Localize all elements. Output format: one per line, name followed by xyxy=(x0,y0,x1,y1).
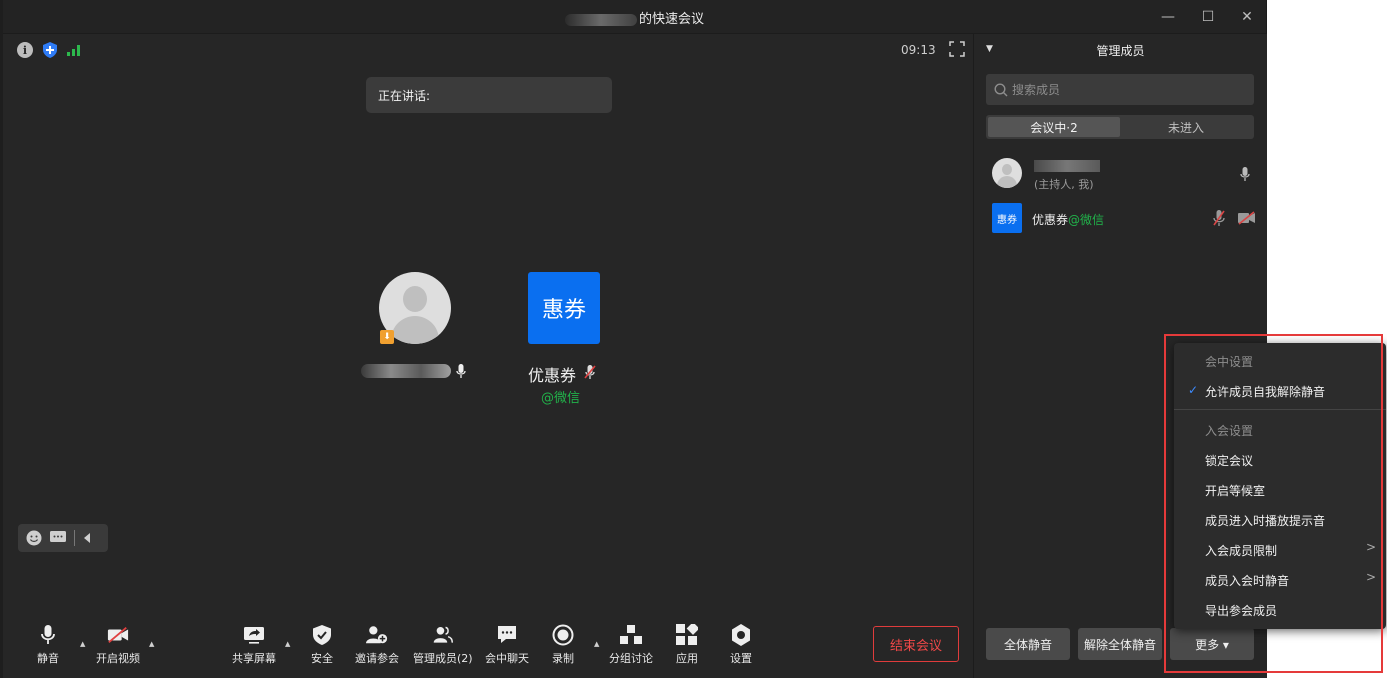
member-role: (主持人, 我) xyxy=(1034,178,1094,191)
security-button[interactable]: 安全 xyxy=(311,624,333,666)
comment-icon[interactable] xyxy=(50,531,66,545)
add-person-icon xyxy=(366,626,388,644)
shield-check-icon xyxy=(313,625,331,645)
breakout-label: 分组讨论 xyxy=(609,652,653,665)
chat-label: 会中聊天 xyxy=(485,652,529,665)
manage-members-label: 管理成员(2) xyxy=(413,652,473,665)
status-icons: i xyxy=(17,42,81,58)
muted-mic-icon xyxy=(584,365,596,379)
mute-all-button[interactable]: 全体静音 xyxy=(986,628,1070,660)
record-label: 录制 xyxy=(552,652,574,665)
member-source: @微信 xyxy=(1068,213,1105,227)
share-screen-icon xyxy=(244,627,264,644)
members-icon xyxy=(433,626,453,643)
apps-grid-icon xyxy=(676,624,698,645)
title-bar: 的快速会议 — ☐ ✕ xyxy=(3,0,1266,34)
breakout-rooms-icon xyxy=(620,625,642,644)
tab-in-meeting[interactable]: 会议中·2 xyxy=(988,117,1120,137)
manage-members-button[interactable]: 管理成员(2) xyxy=(413,624,473,666)
share-screen-button[interactable]: 共享屏幕 xyxy=(232,624,276,666)
security-shield-icon[interactable] xyxy=(43,42,57,58)
invite-label: 邀请参会 xyxy=(355,652,399,665)
breakout-button[interactable]: 分组讨论 xyxy=(609,624,653,666)
search-icon xyxy=(994,82,1008,96)
mic-icon xyxy=(456,364,466,378)
maximize-button[interactable]: ☐ xyxy=(1195,6,1221,28)
participant-sub: @微信 xyxy=(541,391,581,406)
record-button[interactable]: 录制 xyxy=(552,624,574,666)
settings-button[interactable]: 设置 xyxy=(730,624,752,666)
chat-button[interactable]: 会中聊天 xyxy=(485,624,529,666)
search-placeholder: 搜索成员 xyxy=(1012,83,1061,97)
collapse-left-icon[interactable] xyxy=(83,533,91,543)
invite-button[interactable]: 邀请参会 xyxy=(355,624,399,666)
mute-options-caret[interactable]: ▲ xyxy=(80,640,85,648)
title-text: 的快速会议 xyxy=(638,12,704,27)
member-avatar xyxy=(992,158,1022,188)
video-off-icon xyxy=(107,626,129,644)
info-icon[interactable]: i xyxy=(17,42,33,58)
settings-label: 设置 xyxy=(730,652,752,665)
reaction-bar xyxy=(18,524,108,552)
video-button[interactable]: 开启视频 xyxy=(96,624,140,666)
participant-tile: 惠券 xyxy=(528,272,600,344)
video-off-icon[interactable] xyxy=(1238,211,1256,225)
tab-not-joined[interactable]: 未进入 xyxy=(1120,117,1252,137)
muted-mic-icon[interactable] xyxy=(1212,209,1226,227)
bottom-toolbar: 静音 ▲ 开启视频 ▲ 共享屏幕 ▲ 安全 邀请参会 管理成员(2) 会中聊天 xyxy=(3,614,975,678)
panel-title: 管理成员 xyxy=(1096,44,1145,58)
microphone-icon xyxy=(41,625,55,644)
apps-button[interactable]: 应用 xyxy=(676,624,698,666)
video-options-caret[interactable]: ▲ xyxy=(149,640,154,648)
video-stage: i 09:13 正在讲话: ⬇ 惠券 优惠券 @微信 xyxy=(3,34,975,614)
fullscreen-icon[interactable] xyxy=(949,41,965,57)
member-row[interactable]: 惠券 优惠券@微信 xyxy=(990,203,1258,237)
security-label: 安全 xyxy=(311,652,333,665)
speaking-indicator: 正在讲话: xyxy=(366,77,612,113)
host-badge-icon: ⬇ xyxy=(380,330,394,344)
minimize-button[interactable]: — xyxy=(1155,6,1181,28)
chat-icon xyxy=(498,626,516,643)
highlight-box xyxy=(1164,334,1383,673)
video-label: 开启视频 xyxy=(96,652,140,665)
meeting-timer: 09:13 xyxy=(901,43,936,57)
mic-icon[interactable] xyxy=(1240,166,1250,182)
share-screen-label: 共享屏幕 xyxy=(232,652,276,665)
member-row[interactable]: (主持人, 我) xyxy=(990,158,1258,192)
gear-icon xyxy=(732,624,750,646)
member-search-input[interactable]: 搜索成员 xyxy=(986,74,1254,105)
redacted-host-name xyxy=(564,13,637,26)
end-meeting-button[interactable]: 结束会议 xyxy=(873,626,959,662)
member-tabs: 会议中·2 未进入 xyxy=(986,115,1254,139)
emoji-icon[interactable] xyxy=(26,530,42,546)
signal-strength-icon[interactable] xyxy=(67,44,81,56)
share-options-caret[interactable]: ▲ xyxy=(285,640,290,648)
record-icon xyxy=(552,624,574,646)
redacted-host-name-stage xyxy=(361,364,451,378)
divider xyxy=(74,530,75,546)
participant-name: 优惠券 xyxy=(528,366,577,385)
apps-label: 应用 xyxy=(676,652,698,665)
member-tile: 惠券 xyxy=(992,203,1022,233)
record-options-caret[interactable]: ▲ xyxy=(594,640,599,648)
window-title: 的快速会议 xyxy=(3,8,1266,27)
mute-label: 静音 xyxy=(37,652,59,665)
member-name: 优惠券@微信 xyxy=(1032,213,1105,227)
close-button[interactable]: ✕ xyxy=(1234,6,1260,28)
mute-button[interactable]: 静音 xyxy=(37,624,59,666)
redacted-member-name xyxy=(1034,160,1100,172)
unmute-all-button[interactable]: 解除全体静音 xyxy=(1078,628,1162,660)
